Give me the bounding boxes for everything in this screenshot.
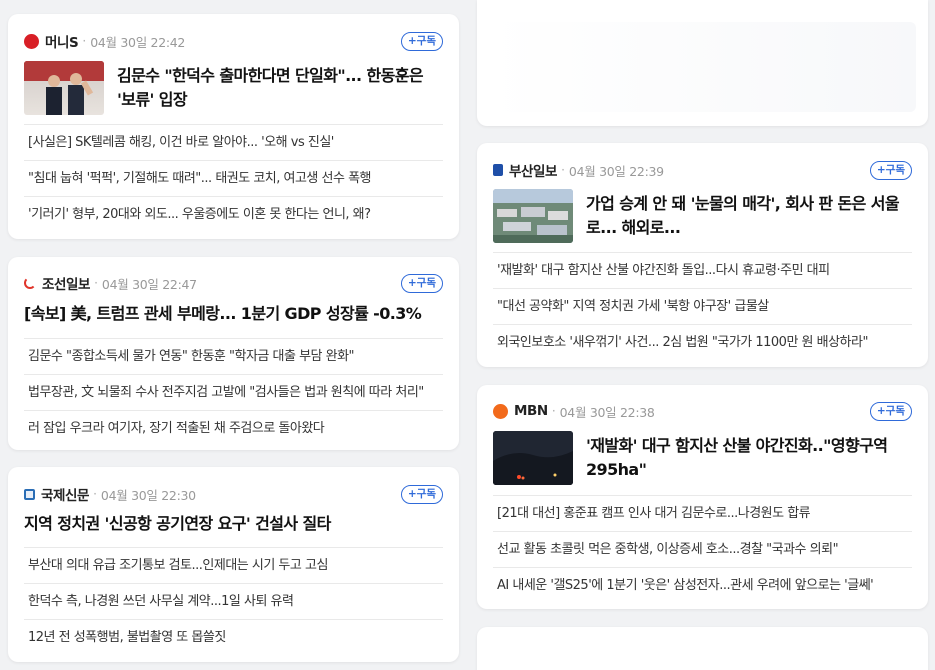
lead-title[interactable]: 지역 정치권 '신공항 공기연장 요구' 건설사 질타: [24, 512, 331, 536]
publish-time: 04월 30일 22:39: [568, 163, 664, 179]
lead-thumbnail[interactable]: [493, 431, 573, 485]
headline-item[interactable]: '재발화' 대구 함지산 산불 야간진화 돌입...다시 휴교령·주민 대피: [493, 252, 912, 288]
headline-list: 김문수 "종합소득세 물가 연동" 한동훈 "학자금 대출 부담 완화" 법무장…: [24, 338, 443, 446]
lead-title[interactable]: '재발화' 대구 함지산 산불 야간진화.."영향구역 295ha": [586, 434, 912, 482]
publisher-name[interactable]: 조선일보: [42, 273, 90, 293]
headline-list: [사실은] SK텔레콤 해킹, 이건 바로 알아야... '오해 vs 진실' …: [24, 124, 443, 232]
lead-article[interactable]: 가업 승계 안 돼 '눈물의 매각', 회사 판 돈은 서울로... 해외로..…: [493, 189, 912, 243]
news-card-chosun: 조선일보 · 04월 30일 22:47 +구독 [속보] 美, 트럼프 관세 …: [8, 257, 459, 450]
publisher-name[interactable]: 국제신문: [41, 484, 89, 504]
headline-item[interactable]: [사실은] SK텔레콤 해킹, 이건 바로 알아야... '오해 vs 진실': [24, 124, 443, 160]
headline-item[interactable]: 한덕수 측, 나경원 쓰던 사무실 계약...1일 사퇴 유력: [24, 583, 443, 619]
subscribe-button[interactable]: +구독: [400, 273, 443, 293]
headline-item[interactable]: 법무장관, 文 뇌물죄 수사 전주지검 고발에 "검사들은 법과 원칙에 따라 …: [24, 374, 443, 410]
lead-thumbnail[interactable]: [493, 189, 573, 243]
lead-title[interactable]: [속보] 美, 트럼프 관세 부메랑... 1분기 GDP 성장률 -0.3%: [24, 302, 422, 326]
moneys-logo-icon: [24, 33, 39, 49]
subscribe-button[interactable]: +구독: [869, 160, 912, 180]
lead-title[interactable]: 김문수 "한덕수 출마한다면 단일화"... 한동훈은 '보류' 입장: [117, 64, 443, 112]
news-card-mbn: MBN · 04월 30일 22:38 +구독 '재발화' 대구 함지산 산불 …: [477, 385, 928, 609]
headline-item[interactable]: "침대 눕혀 '퍽퍽', 기절해도 때려"... 태권도 코치, 여고생 선수 …: [24, 160, 443, 196]
thumbnail-image: [493, 431, 573, 485]
subscribe-button[interactable]: +구독: [400, 31, 443, 51]
news-card-moneys: 머니S · 04월 30일 22:42 +구독 김문수 "한덕수 출마한다면 단…: [8, 14, 459, 239]
lead-article[interactable]: 김문수 "한덕수 출마한다면 단일화"... 한동훈은 '보류' 입장: [24, 61, 443, 115]
busan-logo-icon: [493, 164, 503, 176]
thumbnail-image: [24, 61, 104, 115]
chosun-logo-icon: [24, 277, 36, 289]
publish-time: 04월 30일 22:47: [101, 276, 197, 292]
publish-time: 04월 30일 22:42: [90, 34, 186, 50]
subscribe-button[interactable]: +구독: [400, 484, 443, 504]
headline-item[interactable]: 러 잠입 우크라 여기자, 장기 적출된 채 주검으로 돌아왔다: [24, 410, 443, 446]
ad-banner[interactable]: [477, 0, 928, 126]
headline-item[interactable]: "대선 공약화" 지역 정치권 가세 '북항 야구장' 급물살: [493, 288, 912, 324]
news-card-busan: 부산일보 · 04월 30일 22:39 +구독 가업 승계 안 돼 '눈물의 …: [477, 143, 928, 367]
headline-item[interactable]: 김문수 "종합소득세 물가 연동" 한동훈 "학자금 대출 부담 완화": [24, 338, 443, 374]
separator-dot: ·: [94, 276, 98, 290]
publish-time: 04월 30일 22:30: [100, 487, 196, 503]
headline-item[interactable]: '기러기' 형부, 20대와 외도... 우울증에도 이혼 못 한다는 언니, …: [24, 196, 443, 232]
headline-list: '재발화' 대구 함지산 산불 야간진화 돌입...다시 휴교령·주민 대피 "…: [493, 252, 912, 360]
separator-dot: ·: [93, 487, 97, 501]
publisher-name[interactable]: 머니S: [45, 31, 79, 51]
card-header: MBN · 04월 30일 22:38 +구독: [493, 396, 912, 426]
news-card-next: [477, 627, 928, 670]
lead-title[interactable]: 가업 승계 안 돼 '눈물의 매각', 회사 판 돈은 서울로... 해외로..…: [586, 192, 912, 240]
headline-item[interactable]: 부산대 의대 유급 조기통보 검토...인제대는 시기 두고 고심: [24, 547, 443, 583]
thumbnail-image: [493, 189, 573, 243]
headline-list: 부산대 의대 유급 조기통보 검토...인제대는 시기 두고 고심 한덕수 측,…: [24, 547, 443, 655]
headline-item[interactable]: 외국인보호소 '새우꺾기' 사건... 2심 법원 "국가가 1100만 원 배…: [493, 324, 912, 360]
separator-dot: ·: [82, 34, 87, 48]
lead-article[interactable]: 지역 정치권 '신공항 공기연장 요구' 건설사 질타: [24, 512, 443, 536]
ad-placeholder: [489, 22, 916, 112]
card-header: 국제신문 · 04월 30일 22:30 +구독: [24, 479, 443, 509]
news-card-kookje: 국제신문 · 04월 30일 22:30 +구독 지역 정치권 '신공항 공기연…: [8, 467, 459, 662]
publish-time: 04월 30일 22:38: [559, 404, 655, 420]
lead-article[interactable]: [속보] 美, 트럼프 관세 부메랑... 1분기 GDP 성장률 -0.3%: [24, 302, 443, 326]
card-header: 부산일보 · 04월 30일 22:39 +구독: [493, 155, 912, 185]
lead-thumbnail[interactable]: [24, 61, 104, 115]
headline-item[interactable]: [21대 대선] 홍준표 캠프 인사 대거 김문수로...나경원도 합류: [493, 495, 912, 531]
subscribe-button[interactable]: +구독: [869, 401, 912, 421]
publisher-name[interactable]: MBN: [514, 403, 548, 419]
publisher-name[interactable]: 부산일보: [509, 160, 557, 180]
separator-dot: ·: [551, 404, 556, 418]
lead-article[interactable]: '재발화' 대구 함지산 산불 야간진화.."영향구역 295ha": [493, 431, 912, 485]
headline-item[interactable]: 12년 전 성폭행범, 불법촬영 또 몹쓸짓: [24, 619, 443, 655]
separator-dot: ·: [561, 163, 565, 177]
card-header: 조선일보 · 04월 30일 22:47 +구독: [24, 268, 443, 298]
kookje-logo-icon: [24, 488, 35, 500]
headline-item[interactable]: AI 내세운 '갤S25'에 1분기 '웃은' 삼성전자...관세 우려에 앞으…: [493, 567, 912, 603]
card-header: 머니S · 04월 30일 22:42 +구독: [24, 26, 443, 56]
headline-list: [21대 대선] 홍준표 캠프 인사 대거 김문수로...나경원도 합류 선교 …: [493, 495, 912, 603]
headline-item[interactable]: 선교 활동 초콜릿 먹은 중학생, 이상증세 호소...경찰 "국과수 의뢰": [493, 531, 912, 567]
mbn-logo-icon: [493, 403, 508, 419]
